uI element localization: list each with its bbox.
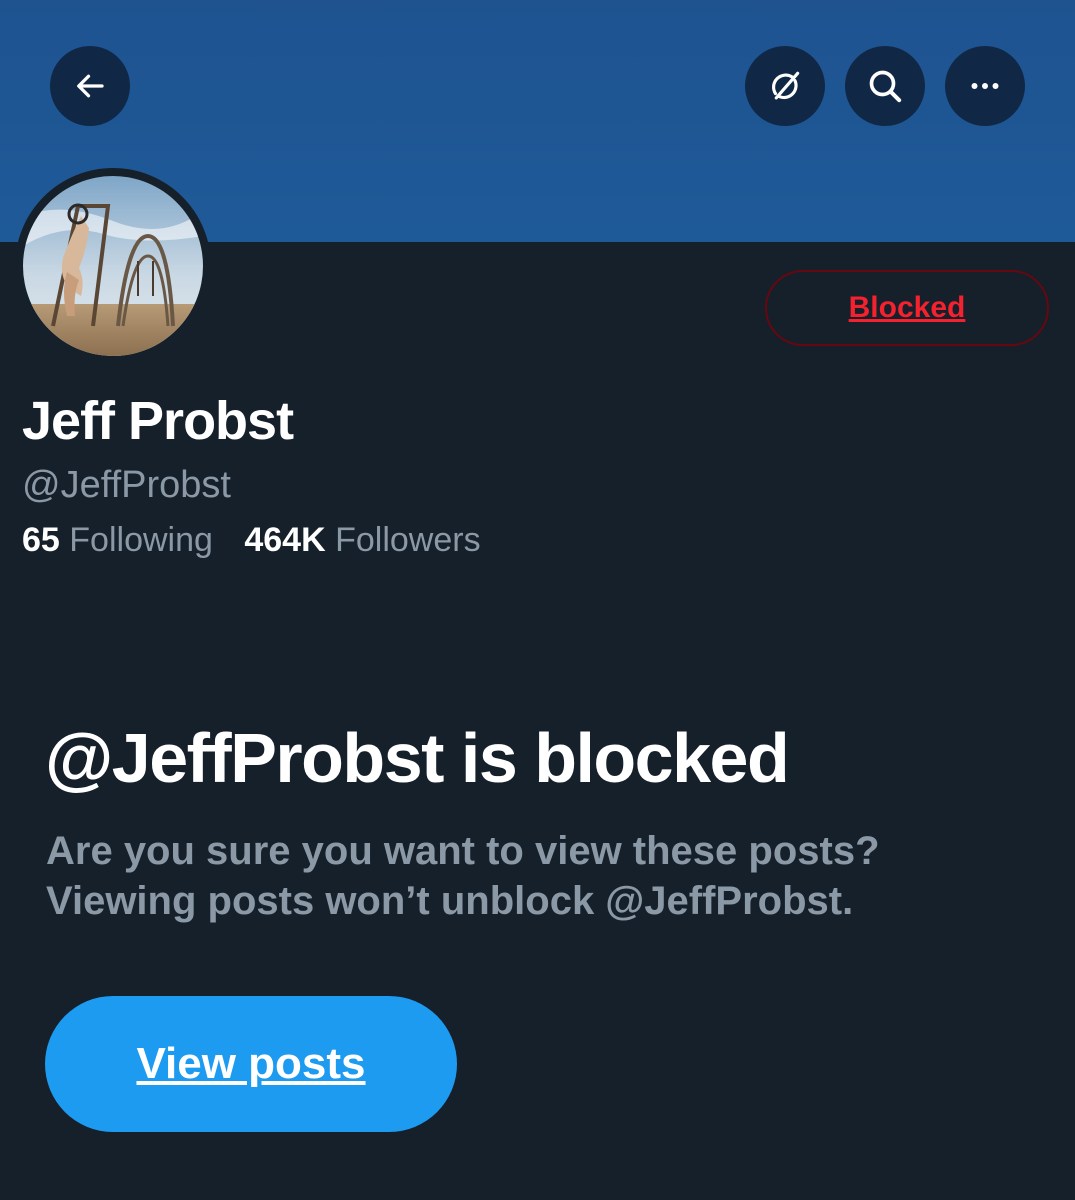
avatar[interactable]: [23, 176, 203, 356]
view-posts-button[interactable]: View posts: [45, 996, 457, 1132]
followers-link[interactable]: 464K Followers: [244, 518, 480, 562]
following-link[interactable]: 65 Following: [22, 518, 213, 562]
grok-slash-icon: [766, 67, 804, 105]
more-horizontal-icon: [967, 68, 1003, 104]
grok-button[interactable]: [745, 46, 825, 126]
profile-handle: @JeffProbst: [22, 464, 231, 506]
blocked-description-line-2: Viewing posts won’t unblock @JeffProbst.: [46, 879, 854, 923]
search-button[interactable]: [845, 46, 925, 126]
arrow-left-icon: [72, 68, 108, 104]
more-options-button[interactable]: [945, 46, 1025, 126]
followers-count: 464K: [244, 521, 326, 559]
following-label: Following: [69, 521, 213, 559]
profile-stats: 65 Following 464K Followers: [22, 518, 481, 562]
blocked-title: @JeffProbst is blocked: [45, 719, 790, 797]
following-count: 65: [22, 521, 60, 559]
followers-label: Followers: [335, 521, 481, 559]
profile-name: Jeff Probst: [22, 391, 294, 451]
blocked-description-line-1: Are you sure you want to view these post…: [46, 829, 880, 873]
avatar-ring: [15, 168, 211, 364]
blocked-description: Are you sure you want to view these post…: [46, 826, 1046, 926]
back-button[interactable]: [50, 46, 130, 126]
search-icon: [865, 66, 905, 106]
blocked-button[interactable]: Blocked: [765, 270, 1049, 346]
